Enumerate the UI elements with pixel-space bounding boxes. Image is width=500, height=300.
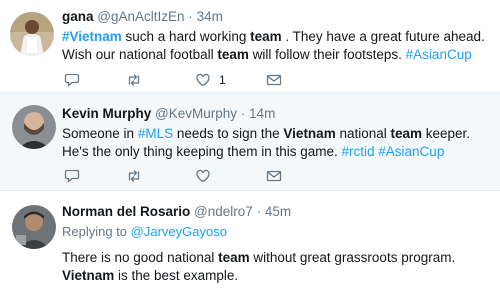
heart-icon [196,73,210,87]
tweet-text: #Vietnam such a hard working team . They… [62,28,492,64]
user-handle[interactable]: @KevMurphy [155,106,237,121]
text-segment: national [335,126,391,141]
hashtag-link[interactable]: #MLS [138,126,173,141]
text-segment: There is no good national [62,250,219,265]
direct-message-button[interactable] [266,166,282,186]
text-segment: is the best example. [114,268,239,283]
envelope-icon [266,170,282,182]
display-name[interactable]: Kevin Murphy [62,106,151,121]
tweet-item[interactable]: Kevin Murphy @KevMurphy · 14m Someone in… [0,93,500,191]
heart-icon [196,169,210,183]
text-segment: needs to sign the [173,126,284,141]
retweet-button[interactable] [126,166,142,186]
keyword-highlight: team [390,126,423,141]
separator-dot: · [240,106,246,121]
tweet-header: Kevin Murphy @KevMurphy · 14m [62,105,492,123]
reply-icon [64,73,80,87]
like-button[interactable]: 1 [195,70,226,90]
like-count: 1 [219,73,226,87]
user-handle[interactable]: @ndelro7 [194,204,253,219]
retweet-icon [128,170,140,182]
user-handle[interactable]: @gAnAcltIzEn [97,9,184,24]
display-name[interactable]: Norman del Rosario [62,204,190,219]
tweet-header: gana @gAnAcltIzEn · 34m [62,8,492,26]
reply-icon [64,169,80,183]
retweet-button[interactable] [126,70,142,90]
timestamp[interactable]: 14m [249,106,275,121]
reply-button[interactable] [64,70,80,90]
retweet-icon [128,74,140,86]
replying-to-label: Replying to [62,224,131,239]
tweet-text: There is no good national team without g… [62,249,492,285]
direct-message-button[interactable] [266,70,282,90]
tweet-item[interactable]: gana @gAnAcltIzEn · 34m #Vietnam such a … [0,0,500,93]
text-segment: will follow their footsteps. [248,47,406,62]
timestamp[interactable]: 34m [197,9,223,24]
reply-button[interactable] [64,166,80,186]
hashtag-link[interactable]: #AsianCup [378,144,444,159]
replying-to: Replying to @JarveyGayoso [62,223,492,241]
tweet-header: Norman del Rosario @ndelro7 · 45m [62,203,492,221]
keyword-highlight: Vietnam [283,126,336,141]
hashtag-link[interactable]: #Vietnam [62,29,122,44]
display-name[interactable]: gana [62,9,94,24]
hashtag-link[interactable]: #AsianCup [406,47,472,62]
text-segment: Someone in [62,126,138,141]
keyword-highlight: team [250,29,282,44]
separator-dot: · [188,9,193,24]
keyword-highlight: Vietnam [62,268,115,283]
avatar[interactable] [12,105,56,149]
avatar[interactable] [12,205,56,249]
keyword-highlight: team [218,250,250,265]
separator-dot: · [256,204,262,219]
keyword-highlight: team [217,47,249,62]
text-segment: such a hard working [121,29,251,44]
text-segment: without great grassroots program. [249,250,456,265]
timestamp[interactable]: 45m [265,204,291,219]
tweet-item[interactable]: Norman del Rosario @ndelro7 · 45m Replyi… [0,191,500,300]
envelope-icon [266,74,282,86]
tweet-text: Someone in #MLS needs to sign the Vietna… [62,125,492,161]
replying-to-handle[interactable]: @JarveyGayoso [131,224,227,239]
avatar[interactable] [10,12,54,56]
like-button[interactable] [195,166,211,186]
hashtag-link[interactable]: #rctid [342,144,375,159]
